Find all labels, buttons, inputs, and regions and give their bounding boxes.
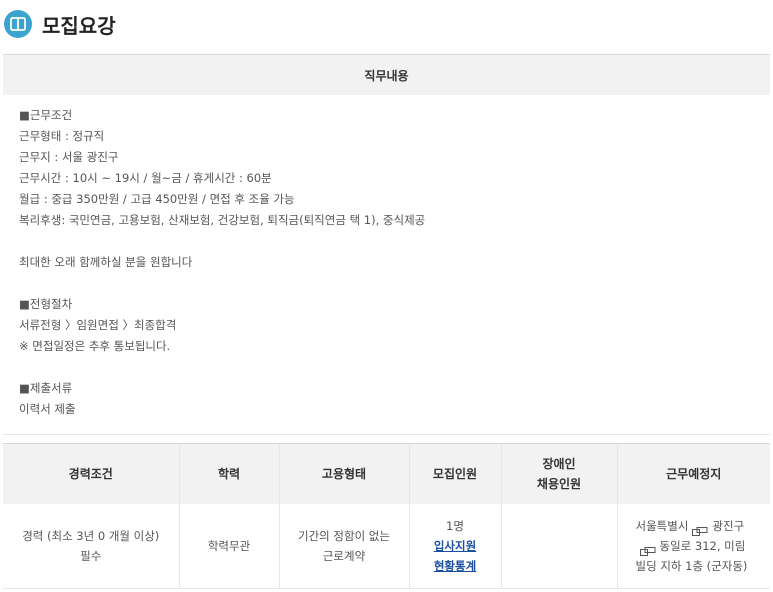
career-required: 필수 <box>80 549 102 563</box>
stats-link[interactable]: 현황통계 <box>434 559 476 573</box>
employment-line2: 근로계약 <box>322 549 366 563</box>
apply-link[interactable]: 입사지원 <box>434 539 476 553</box>
table-header-row: 경력조건 학력 고용형태 모집인원 장애인 채용인원 근무예정지 <box>3 443 770 504</box>
recruit-summary-table: 경력조건 학력 고용형태 모집인원 장애인 채용인원 근무예정지 경력 (최소 … <box>3 443 770 589</box>
header-location: 근무예정지 <box>616 443 770 504</box>
location-part3: 동일로 312, 미림 <box>659 539 746 553</box>
job-description-table: 직무내용 ■근무조건 근무형태 : 정규직 근무지 : 서울 광진구 근무시간 … <box>3 54 770 435</box>
cell-career: 경력 (최소 3년 0 개월 이상) 필수 <box>3 504 179 589</box>
job-line: 근무형태 : 정규직 <box>19 129 105 143</box>
job-line: 월급 : 중급 350만원 / 고급 450만원 / 면접 후 조율 가능 <box>19 192 295 206</box>
map-icon[interactable] <box>639 542 656 556</box>
cell-recruit: 1명 입사지원 현황통계 <box>408 504 501 589</box>
job-line: ■근무조건 <box>19 108 73 122</box>
book-icon <box>4 10 32 38</box>
location-part4: 빌딩 지하 1층 (군자동) <box>635 559 748 573</box>
cell-location: 서울특별시 광진구 동일로 312, 미림 빌딩 지하 1층 (군자동) <box>616 504 770 589</box>
header-education: 학력 <box>178 443 279 504</box>
cell-employment: 기간의 정함이 없는 근로계약 <box>278 504 409 589</box>
recruit-count: 1명 <box>446 519 464 533</box>
table-row: 경력 (최소 3년 0 개월 이상) 필수 학력무관 기간의 정함이 없는 근로… <box>3 504 770 589</box>
cell-disabled <box>500 504 617 589</box>
job-line: 최대한 오래 함께하실 분을 원합니다 <box>19 255 193 269</box>
map-icon[interactable] <box>692 522 708 536</box>
header-disabled-line1: 장애인 <box>542 457 576 471</box>
section-title: 모집요강 <box>42 13 116 38</box>
career-text: 경력 (최소 3년 0 개월 이상) <box>22 529 160 543</box>
job-line: ■제출서류 <box>19 381 73 395</box>
job-line: 서류전형 〉임원면접 〉최종합격 <box>19 318 177 332</box>
job-line: 근무지 : 서울 광진구 <box>19 150 119 164</box>
employment-line1: 기간의 정함이 없는 <box>298 529 390 543</box>
header-career: 경력조건 <box>3 443 179 504</box>
job-description-header: 직무내용 <box>3 54 770 95</box>
header-recruit: 모집인원 <box>408 443 501 504</box>
header-disabled: 장애인 채용인원 <box>500 443 617 504</box>
job-line: 복리후생: 국민연금, 고용보험, 산재보험, 건강보험, 퇴직금(퇴직연금 택… <box>19 213 426 227</box>
job-line: ■전형절차 <box>19 297 73 311</box>
section-title-row: 모집요강 <box>4 8 116 40</box>
job-line: ※ 면접일정은 추후 통보됩니다. <box>19 339 171 353</box>
header-disabled-line2: 채용인원 <box>536 477 582 491</box>
location-part1: 서울특별시 <box>635 519 689 533</box>
header-employment: 고용형태 <box>278 443 409 504</box>
location-part2: 광진구 <box>712 519 745 533</box>
cell-education: 학력무관 <box>178 504 279 589</box>
job-description-body: ■근무조건 근무형태 : 정규직 근무지 : 서울 광진구 근무시간 : 10시… <box>3 95 770 435</box>
job-line: 이력서 제출 <box>19 402 76 416</box>
job-line: 근무시간 : 10시 ~ 19시 / 월~금 / 휴게시간 : 60분 <box>19 171 272 185</box>
